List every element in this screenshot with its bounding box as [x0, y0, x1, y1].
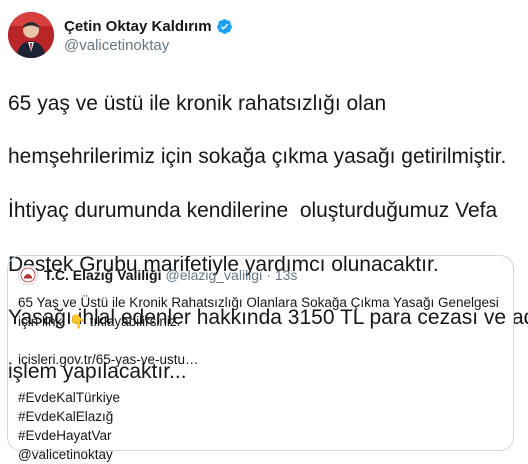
- quoted-text-suffix: tıklayabilirsiniz.: [85, 314, 181, 329]
- quoted-author-handle[interactable]: @elazig_valiligi: [165, 267, 262, 283]
- quoted-text-line: için linki 👇 tıklayabilirsiniz.: [18, 312, 508, 331]
- pointing-down-hand-icon: 👇: [69, 314, 86, 329]
- separator-dot: ·: [266, 267, 271, 283]
- hashtag[interactable]: #EvdeKalElazığ: [18, 407, 508, 426]
- quoted-tweet[interactable]: T.C. Elazığ Valiliği @elazig_valiligi · …: [7, 255, 514, 462]
- verified-badge-icon: [216, 18, 233, 35]
- author-name-row[interactable]: Çetin Oktay Kaldırım: [64, 18, 233, 35]
- mention[interactable]: @valicetinoktay: [18, 445, 508, 464]
- tweet-text-line: İhtiyaç durumunda kendilerine oluşturduğ…: [8, 198, 498, 222]
- tweet-header: Çetin Oktay Kaldırım @valicetinoktay: [6, 8, 506, 58]
- hashtag[interactable]: #EvdeKalTürkiye: [18, 388, 508, 407]
- quoted-text-line: 65 Yaş ve Üstü ile Kronik Rahatsızlığı O…: [18, 295, 499, 310]
- quoted-tweet-body: 65 Yaş ve Üstü ile Kronik Rahatsızlığı O…: [18, 293, 508, 464]
- tweet-text-line: hemşehrilerimiz için sokağa çıkma yasağı…: [8, 145, 507, 169]
- tweet-text-line: 65 yaş ve üstü ile kronik rahatsızlığı o…: [8, 91, 387, 115]
- quoted-timestamp[interactable]: 13s: [275, 267, 298, 283]
- quoted-link[interactable]: icisleri.gov.tr/65-yas-ve-ustu…: [18, 350, 508, 369]
- author-handle[interactable]: @valicetinoktay: [64, 37, 169, 54]
- quoted-text-prefix: için linki: [18, 314, 70, 329]
- author-name[interactable]: Çetin Oktay Kaldırım: [64, 18, 212, 35]
- quoted-tweet-header: T.C. Elazığ Valiliği @elazig_valiligi · …: [18, 265, 297, 285]
- hashtag[interactable]: #EvdeHayatVar: [18, 426, 508, 445]
- quoted-author-name[interactable]: T.C. Elazığ Valiliği: [44, 267, 161, 283]
- valilik-logo-icon[interactable]: [18, 265, 38, 285]
- tweet-card: Çetin Oktay Kaldırım @valicetinoktay 65 …: [0, 0, 528, 462]
- avatar[interactable]: [8, 12, 54, 58]
